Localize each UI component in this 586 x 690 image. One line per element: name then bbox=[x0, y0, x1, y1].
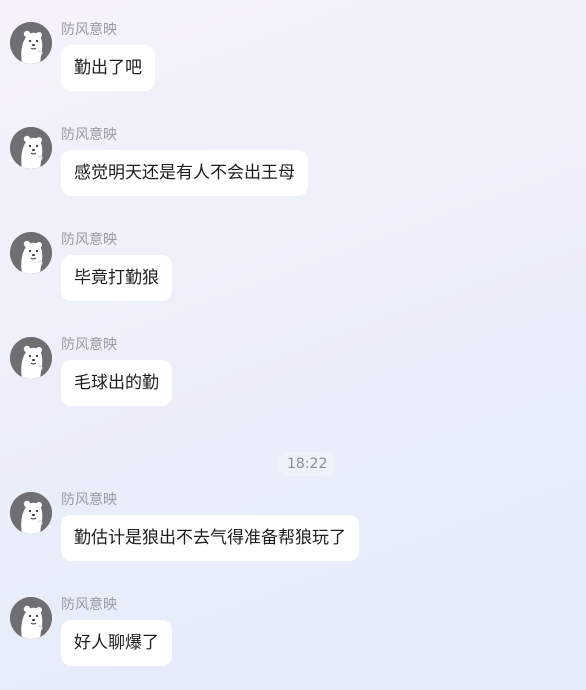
avatar[interactable] bbox=[10, 337, 52, 379]
avatar[interactable] bbox=[10, 127, 52, 169]
avatar[interactable] bbox=[10, 22, 52, 64]
chat-message-list: 防风意映 勤出了吧 防风意映 感觉明天还是有人不会出王母 防风意映 毕竟打勤狼 … bbox=[0, 0, 586, 690]
polar-bear-avatar-icon bbox=[10, 127, 52, 169]
polar-bear-avatar-icon bbox=[10, 597, 52, 639]
message-bubble[interactable]: 毕竟打勤狼 bbox=[61, 255, 172, 301]
message-bubble[interactable]: 毛球出的勤 bbox=[61, 360, 172, 406]
sender-name: 防风意映 bbox=[61, 127, 117, 143]
message-bubble[interactable]: 勤估计是狼出不去气得准备帮狼玩了 bbox=[61, 515, 359, 561]
polar-bear-avatar-icon bbox=[10, 492, 52, 534]
sender-name: 防风意映 bbox=[61, 22, 117, 38]
polar-bear-avatar-icon bbox=[10, 22, 52, 64]
avatar[interactable] bbox=[10, 232, 52, 274]
message-bubble[interactable]: 感觉明天还是有人不会出王母 bbox=[61, 150, 308, 196]
sender-name: 防风意映 bbox=[61, 597, 117, 613]
timestamp-divider: 18:22 bbox=[278, 452, 337, 476]
polar-bear-avatar-icon bbox=[10, 337, 52, 379]
message-bubble[interactable]: 好人聊爆了 bbox=[61, 620, 172, 666]
avatar[interactable] bbox=[10, 597, 52, 639]
sender-name: 防风意映 bbox=[61, 337, 117, 353]
sender-name: 防风意映 bbox=[61, 492, 117, 508]
avatar[interactable] bbox=[10, 492, 52, 534]
polar-bear-avatar-icon bbox=[10, 232, 52, 274]
sender-name: 防风意映 bbox=[61, 232, 117, 248]
message-bubble[interactable]: 勤出了吧 bbox=[61, 45, 155, 91]
